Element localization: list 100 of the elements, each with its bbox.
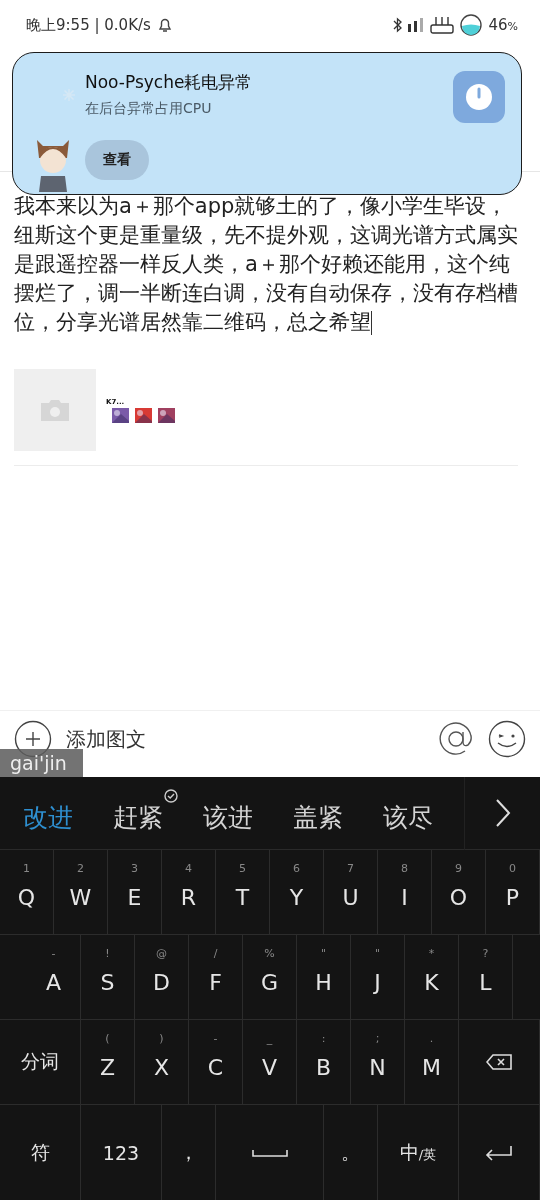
- key-label: ，: [179, 1139, 198, 1165]
- key-letter: W: [69, 884, 92, 910]
- keyboard-key[interactable]: 。: [324, 1105, 378, 1200]
- key-letter: N: [369, 1054, 386, 1080]
- key-letter: F: [209, 969, 222, 995]
- key-hint: -: [51, 947, 56, 960]
- key-letter: X: [153, 1054, 170, 1080]
- battery-icon: [460, 14, 483, 36]
- candidate-word[interactable]: 该尽: [360, 786, 450, 840]
- key-hint: 2: [77, 862, 84, 875]
- keyboard-key[interactable]: ，: [162, 1105, 216, 1200]
- key-hint: 0: [509, 862, 516, 875]
- key-letter: T: [235, 884, 250, 910]
- keyboard-key[interactable]: 8 I: [378, 850, 432, 934]
- keyboard-key[interactable]: / F: [189, 935, 243, 1019]
- key-hint: 5: [239, 862, 246, 875]
- keyboard-key[interactable]: 4 R: [162, 850, 216, 934]
- keyboard-key[interactable]: " H: [297, 935, 351, 1019]
- key-letter: L: [479, 969, 492, 995]
- key-label: 中/英: [399, 1139, 437, 1165]
- emoji-icon[interactable]: [488, 720, 526, 758]
- notification-card[interactable]: Noo-Psyche耗电异常 在后台异常占用CPU 查看: [12, 52, 522, 195]
- notification-title: Noo-Psyche耗电异常: [85, 71, 254, 94]
- space-icon: [251, 1148, 288, 1157]
- key-letter: A: [45, 969, 62, 995]
- alarm-icon: [156, 17, 173, 33]
- key-hint: 1: [23, 862, 30, 875]
- key-label: 。: [341, 1139, 360, 1165]
- post-text[interactable]: 我本来以为a＋那个app就够土的了，像小学生毕设，纽斯这个更是重量级，先不提外观，这调光谱方式属实是跟遥控器一样反人类，a＋那个好赖还能用，这个纯摆烂了，调一半断连白调，没有自动保存，没有存档槽位，分享光谱居然靠二维码，总之希望: [14, 192, 518, 337]
- keyboard-key[interactable]: _ V: [243, 1020, 297, 1104]
- keyboard-key[interactable]: - C: [189, 1020, 243, 1104]
- key-hint: /: [213, 947, 218, 960]
- candidate-word[interactable]: 改进: [0, 786, 90, 840]
- keyboard-key[interactable]: 0 P: [486, 850, 540, 934]
- composing-pinyin: gai'jin: [0, 749, 83, 777]
- battery-percent: 46%: [488, 16, 518, 34]
- key-hint: ?: [482, 947, 489, 960]
- key-label: 符: [30, 1139, 50, 1165]
- notification-message: 在后台异常占用CPU: [85, 100, 213, 118]
- key-hint: !: [105, 947, 110, 960]
- key-letter: M: [422, 1054, 441, 1080]
- mention-icon[interactable]: [438, 721, 474, 757]
- keyboard-key[interactable]: ? L: [459, 935, 513, 1019]
- key-letter: J: [374, 969, 381, 995]
- key-hint: -: [213, 1032, 218, 1045]
- signal-icon: [408, 18, 425, 32]
- key-letter: K: [424, 969, 439, 995]
- key-letter: U: [342, 884, 359, 910]
- key-letter: G: [260, 969, 279, 995]
- keyboard-key[interactable]: 3 E: [108, 850, 162, 934]
- bluetooth-icon: [393, 17, 403, 33]
- candidate-word[interactable]: 该进: [180, 786, 270, 840]
- key-label: 分词: [21, 1049, 59, 1074]
- keyboard-key[interactable]: 7 U: [324, 850, 378, 934]
- camera-icon: [39, 398, 71, 422]
- key-label: 123: [102, 1141, 140, 1164]
- key-letter: O: [449, 884, 468, 910]
- keyboard-key[interactable]: @ D: [135, 935, 189, 1019]
- keyboard-key[interactable]: " J: [351, 935, 405, 1019]
- key-hint: 4: [185, 862, 192, 875]
- keyboard-key[interactable]: ! S: [81, 935, 135, 1019]
- key-hint: @: [156, 947, 167, 960]
- keyboard-key[interactable]: : B: [297, 1020, 351, 1104]
- key-hint: 9: [455, 862, 462, 875]
- keyboard-key[interactable]: ) X: [135, 1020, 189, 1104]
- language-key[interactable]: 中/英: [378, 1105, 459, 1200]
- key-hint: 3: [131, 862, 138, 875]
- keyboard-key[interactable]: - A: [27, 935, 81, 1019]
- keyboard-key[interactable]: * K: [405, 935, 459, 1019]
- key-hint: *: [428, 947, 435, 960]
- key-letter: P: [505, 884, 520, 910]
- key-hint: %: [264, 947, 275, 960]
- key-hint: ;: [375, 1032, 380, 1045]
- keyboard-key[interactable]: . M: [405, 1020, 459, 1104]
- key-hint: ": [374, 947, 381, 960]
- key-hint: 8: [401, 862, 408, 875]
- keyboard-key[interactable]: 分词: [0, 1020, 81, 1104]
- keyboard-key[interactable]: 6 Y: [270, 850, 324, 934]
- key-hint: _: [266, 1032, 273, 1045]
- keyboard-key[interactable]: 123: [81, 1105, 162, 1200]
- key-letter: E: [127, 884, 142, 910]
- keyboard-key[interactable]: ( Z: [81, 1020, 135, 1104]
- key-letter: Y: [289, 884, 304, 910]
- keyboard-key[interactable]: 符: [0, 1105, 81, 1200]
- key-hint: ): [159, 1032, 164, 1045]
- candidate-word[interactable]: 盖紧: [270, 786, 360, 840]
- power-icon: [465, 83, 493, 111]
- view-button[interactable]: 查看: [85, 140, 149, 180]
- backspace-icon: [486, 1054, 512, 1070]
- keyboard-key[interactable]: 9 O: [432, 850, 486, 934]
- keyboard-key[interactable]: 5 T: [216, 850, 270, 934]
- keyboard-key[interactable]: 1 Q: [0, 850, 54, 934]
- key-letter: I: [401, 884, 408, 910]
- keyboard-key[interactable]: ; N: [351, 1020, 405, 1104]
- key-letter: C: [207, 1054, 224, 1080]
- candidate-word[interactable]: 赶紧: [90, 786, 180, 840]
- text-cursor: [371, 311, 372, 335]
- keyboard-key[interactable]: % G: [243, 935, 297, 1019]
- enter-icon: [485, 1144, 513, 1161]
- keyboard-key[interactable]: 2 W: [54, 850, 108, 934]
